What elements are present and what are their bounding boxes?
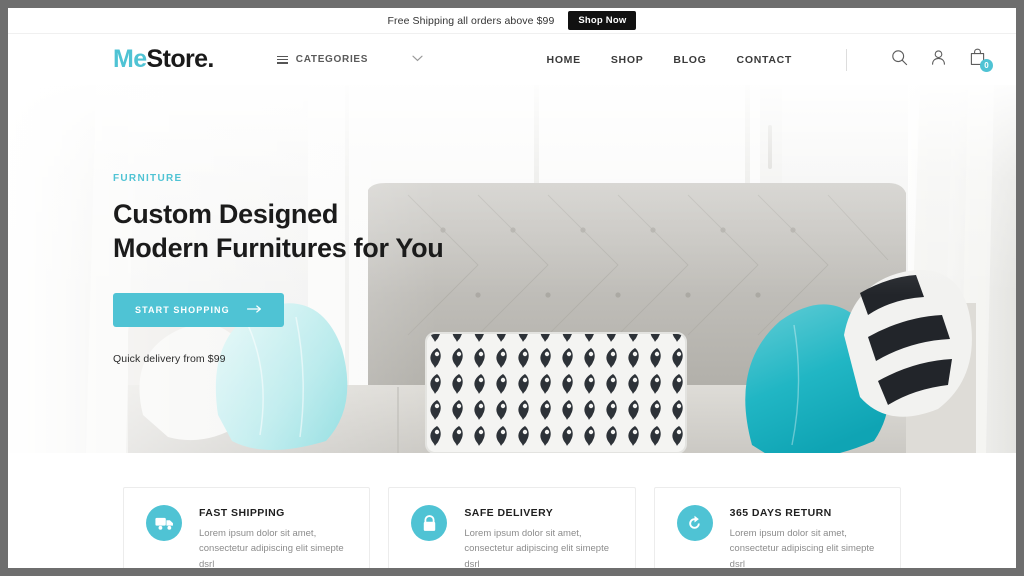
categories-label: CATEGORIES bbox=[295, 54, 369, 65]
start-shopping-label: START SHOPPING bbox=[135, 304, 230, 315]
announcement-text: Free Shipping all orders above $99 bbox=[387, 14, 555, 27]
feature-card-365-days-return: 365 DAYS RETURN Lorem ipsum dolor sit am… bbox=[653, 487, 901, 568]
site-header: MeStore. CATEGORIES HOME SHOP BLOG CONTA… bbox=[8, 34, 1016, 85]
feature-body: 365 DAYS RETURN Lorem ipsum dolor sit am… bbox=[730, 505, 884, 568]
arrow-right-icon bbox=[246, 304, 262, 315]
feature-title: 365 DAYS RETURN bbox=[729, 507, 832, 519]
feature-body: SAFE DELIVERY Lorem ipsum dolor sit amet… bbox=[464, 505, 618, 568]
categories-menu-button[interactable]: CATEGORIES bbox=[276, 54, 423, 65]
chevron-down-icon bbox=[412, 54, 423, 65]
feature-body: FAST SHIPPING Lorem ipsum dolor sit amet… bbox=[199, 505, 353, 568]
feature-description: Lorem ipsum dolor sit amet, consectetur … bbox=[464, 528, 610, 568]
main-navigation: HOME SHOP BLOG CONTACT 0 bbox=[547, 48, 993, 72]
nav-link-contact[interactable]: CONTACT bbox=[737, 54, 792, 66]
return-arrow-icon bbox=[676, 505, 713, 541]
hero-banner: FURNITURE Custom Designed Modern Furnitu… bbox=[8, 85, 1016, 453]
hamburger-icon bbox=[276, 55, 288, 64]
feature-card-safe-delivery: SAFE DELIVERY Lorem ipsum dolor sit amet… bbox=[388, 487, 636, 568]
hero-content: FURNITURE Custom Designed Modern Furnitu… bbox=[113, 173, 444, 365]
lock-icon bbox=[411, 505, 448, 541]
start-shopping-button[interactable]: START SHOPPING bbox=[113, 292, 284, 327]
user-icon[interactable] bbox=[930, 49, 947, 71]
feature-description: Lorem ipsum dolor sit amet, consectetur … bbox=[199, 528, 344, 568]
delivery-truck-icon bbox=[146, 505, 182, 541]
cart-count-badge: 0 bbox=[980, 59, 993, 72]
feature-title: FAST SHIPPING bbox=[199, 507, 285, 519]
announcement-shop-now-button[interactable]: Shop Now bbox=[568, 11, 637, 30]
search-icon[interactable] bbox=[891, 49, 908, 71]
nav-link-blog[interactable]: BLOG bbox=[673, 54, 706, 66]
feature-title: SAFE DELIVERY bbox=[464, 507, 554, 519]
feature-card-fast-shipping: FAST SHIPPING Lorem ipsum dolor sit amet… bbox=[123, 487, 371, 568]
logo-text-secondary: Store. bbox=[146, 45, 215, 73]
nav-link-shop[interactable]: SHOP bbox=[611, 54, 644, 66]
site-logo[interactable]: MeStore. bbox=[113, 45, 214, 74]
header-icon-group: 0 bbox=[891, 48, 993, 72]
cart-button[interactable]: 0 bbox=[969, 48, 993, 72]
feature-cards: FAST SHIPPING Lorem ipsum dolor sit amet… bbox=[8, 487, 1016, 568]
hero-eyebrow: FURNITURE bbox=[113, 173, 183, 184]
hero-note: Quick delivery from $99 bbox=[113, 352, 226, 365]
hero-title: Custom Designed Modern Furnitures for Yo… bbox=[113, 199, 444, 263]
feature-description: Lorem ipsum dolor sit amet, consectetur … bbox=[729, 528, 875, 568]
page-frame: Free Shipping all orders above $99 Shop … bbox=[8, 8, 1016, 568]
announcement-bar: Free Shipping all orders above $99 Shop … bbox=[8, 8, 1016, 34]
nav-divider bbox=[846, 48, 847, 71]
nav-link-home[interactable]: HOME bbox=[547, 54, 581, 66]
logo-text-primary: Me bbox=[113, 45, 147, 73]
